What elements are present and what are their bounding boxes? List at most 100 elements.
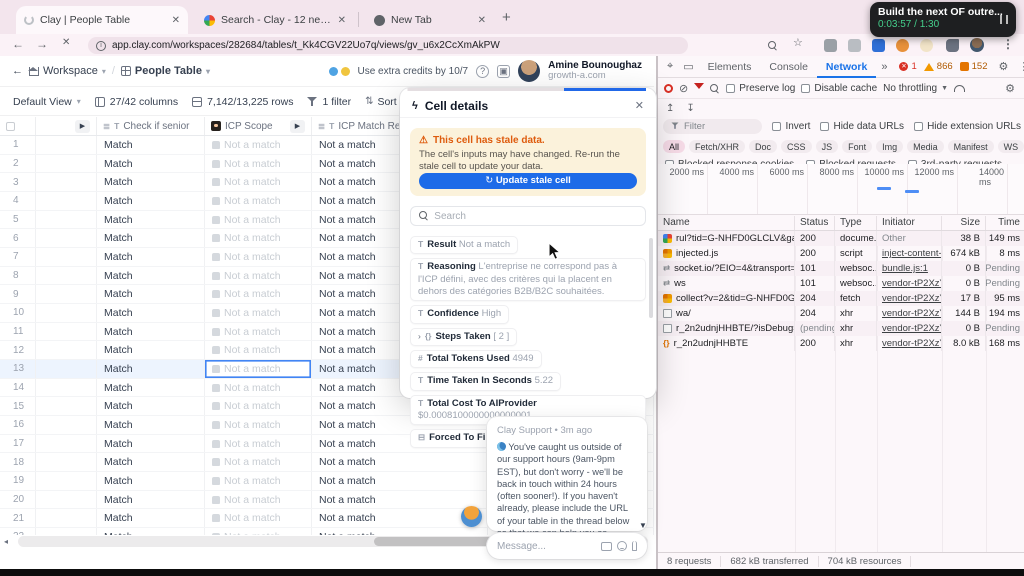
device-toolbar-icon[interactable]: ▭ <box>678 60 698 73</box>
check-if-senior-cell[interactable]: Match <box>97 136 205 154</box>
forward-icon[interactable]: → <box>36 37 48 51</box>
empty-cell[interactable] <box>36 266 97 285</box>
cell-field-reasoning[interactable]: T Reasoning L'entreprise ne correspond pa… <box>410 258 646 302</box>
tab-elements[interactable]: Elements <box>699 56 761 78</box>
icp-scope-cell[interactable]: Not a match <box>205 285 312 304</box>
tab-clay-people-table[interactable]: Clay | People Table ✕ <box>16 6 188 34</box>
icp-scope-cell[interactable]: Not a match <box>205 416 312 434</box>
check-if-senior-cell[interactable]: Match <box>97 472 205 490</box>
request-name-cell[interactable]: ⇄ ws <box>658 276 795 291</box>
icp-scope-cell[interactable]: Not a match <box>205 304 312 322</box>
cell-field-time-taken-in-seconds[interactable]: T Time Taken In Seconds 5.22 <box>410 372 562 391</box>
browser-profile-avatar[interactable] <box>970 38 984 52</box>
attachment-icon[interactable] <box>632 541 637 551</box>
new-tab-button[interactable]: + <box>502 9 511 26</box>
export-har-icon[interactable]: ↧ <box>686 103 694 114</box>
modal-search-field[interactable] <box>410 206 646 226</box>
network-filter-icon[interactable] <box>694 83 705 94</box>
network-overview-timeline[interactable]: 2000 ms 4000 ms 6000 ms 8000 ms 10000 ms 1200… <box>658 164 1024 215</box>
chip-css[interactable]: CSS <box>781 140 812 153</box>
checkbox[interactable] <box>772 121 782 131</box>
network-request-row[interactable]: r_2n2udnjHHBTE/?isDebug=true(pending)xhr… <box>658 321 1024 336</box>
check-if-senior-cell[interactable]: Match <box>97 229 205 248</box>
initiator-cell[interactable]: Other <box>877 231 942 246</box>
breadcrumb-table[interactable]: People Table ▾ <box>120 65 210 77</box>
checkbox[interactable] <box>914 121 924 131</box>
update-stale-cell-button[interactable]: ↻ Update stale cell <box>419 173 637 189</box>
cell-field-total-tokens-used[interactable]: # Total Tokens Used 4949 <box>410 350 542 369</box>
check-if-senior-cell[interactable]: Match <box>97 266 205 285</box>
empty-cell[interactable] <box>36 378 97 397</box>
inspect-element-icon[interactable]: ⌖ <box>662 60 678 73</box>
initiator-link[interactable]: bundle.js:1 <box>882 263 928 274</box>
back-button[interactable]: ← <box>12 65 23 77</box>
console-warnings-badge[interactable]: 866 <box>923 61 953 72</box>
cell-field-result[interactable]: T Result Not a match <box>410 236 519 255</box>
chip-manifest[interactable]: Manifest <box>947 140 994 153</box>
chat-scroll-down-icon[interactable]: ▼ <box>639 521 647 530</box>
gif-icon[interactable] <box>601 541 612 551</box>
issues-badge[interactable]: 152 <box>959 61 988 72</box>
columns-button[interactable]: 27/42 columns <box>94 96 178 108</box>
url-bar[interactable]: i app.clay.com/workspaces/282684/tables/… <box>88 37 688 54</box>
icp-scope-cell[interactable]: Not a match <box>205 528 312 535</box>
modal-close-icon[interactable]: ✕ <box>635 99 644 112</box>
zoom-icon[interactable] <box>768 40 778 54</box>
request-name-cell[interactable]: collect?v=2&tid=G-NHFD0GLCL... <box>658 291 795 306</box>
user-avatar[interactable] <box>518 60 541 82</box>
column-header-check-if-senior[interactable]: ≣ T Check if senior <box>97 117 205 135</box>
extension-icon-1[interactable] <box>824 39 837 52</box>
modal-scrollbar[interactable] <box>649 238 653 318</box>
expand-chevron-icon[interactable]: › <box>418 331 421 341</box>
column-header-time[interactable]: Time <box>986 216 1024 230</box>
empty-cell[interactable] <box>36 434 97 453</box>
empty-cell[interactable] <box>36 341 97 360</box>
request-name-cell[interactable]: rul?tid=G-NHFD0GLCLV&gacid... <box>658 231 795 246</box>
cell-field-confidence[interactable]: T Confidence High <box>410 305 510 324</box>
request-name-cell[interactable]: injected.js <box>658 246 795 261</box>
icp-scope-cell[interactable]: Not a match <box>205 210 312 229</box>
network-filter-field[interactable] <box>663 118 763 134</box>
tab-console[interactable]: Console <box>760 56 817 78</box>
icp-scope-cell[interactable]: Not a match <box>205 472 312 490</box>
request-name-cell[interactable]: wa/ <box>658 306 795 321</box>
icp-scope-cell[interactable]: Not a match <box>205 136 312 154</box>
initiator-cell[interactable]: bundle.js:1 <box>877 261 942 276</box>
column-header-type[interactable]: Type <box>835 216 877 230</box>
network-conditions-icon[interactable] <box>954 85 966 92</box>
icp-scope-cell[interactable]: Not a match <box>205 397 312 416</box>
network-request-row[interactable]: injected.js 200script inject-content-scri6… <box>658 246 1024 261</box>
check-if-senior-cell[interactable]: Match <box>97 341 205 360</box>
check-if-senior-cell[interactable]: Match <box>97 528 205 535</box>
check-if-senior-cell[interactable]: Match <box>97 322 205 341</box>
icp-scope-cell[interactable]: Not a match <box>205 248 312 266</box>
icp-scope-cell[interactable]: Not a match <box>205 322 312 341</box>
check-if-senior-cell[interactable]: Match <box>97 378 205 397</box>
filter-hide-extension-urls-checkbox[interactable]: Hide extension URLs <box>914 121 1021 132</box>
icp-scope-cell[interactable]: Not a match <box>205 341 312 360</box>
initiator-link[interactable]: vendor-tP2XzYXh.j <box>882 293 941 304</box>
check-if-senior-cell[interactable]: Match <box>97 210 205 229</box>
credits-banner[interactable]: Use extra credits by 10/7 <box>358 66 469 77</box>
icp-scope-cell[interactable]: Not a match <box>205 229 312 248</box>
network-request-row[interactable]: collect?v=2&tid=G-NHFD0GLCL...204fetchve… <box>658 291 1024 306</box>
import-har-icon[interactable]: ↥ <box>666 103 674 114</box>
icp-scope-cell[interactable]: Not a match <box>205 509 312 528</box>
chip-font[interactable]: Font <box>842 140 873 153</box>
check-if-senior-cell[interactable]: Match <box>97 397 205 416</box>
throttling-dropdown[interactable]: No throttling ▼ <box>883 83 948 94</box>
check-if-senior-cell[interactable]: Match <box>97 154 205 173</box>
chat-message-input[interactable] <box>497 540 596 552</box>
check-if-senior-cell[interactable]: Match <box>97 285 205 304</box>
tab-new-tab[interactable]: New Tab ✕ <box>366 9 494 31</box>
empty-cell[interactable] <box>36 397 97 416</box>
empty-cell[interactable] <box>36 192 97 210</box>
icp-scope-cell[interactable]: Not a match <box>205 490 312 509</box>
empty-cell[interactable] <box>36 248 97 266</box>
icp-scope-cell[interactable]: Not a match <box>205 266 312 285</box>
emoji-icon[interactable] <box>617 541 627 551</box>
check-if-senior-cell[interactable]: Match <box>97 416 205 434</box>
chip-all[interactable]: All <box>663 140 686 153</box>
check-if-senior-cell[interactable]: Match <box>97 434 205 453</box>
pause-icon[interactable] <box>1000 15 1008 24</box>
